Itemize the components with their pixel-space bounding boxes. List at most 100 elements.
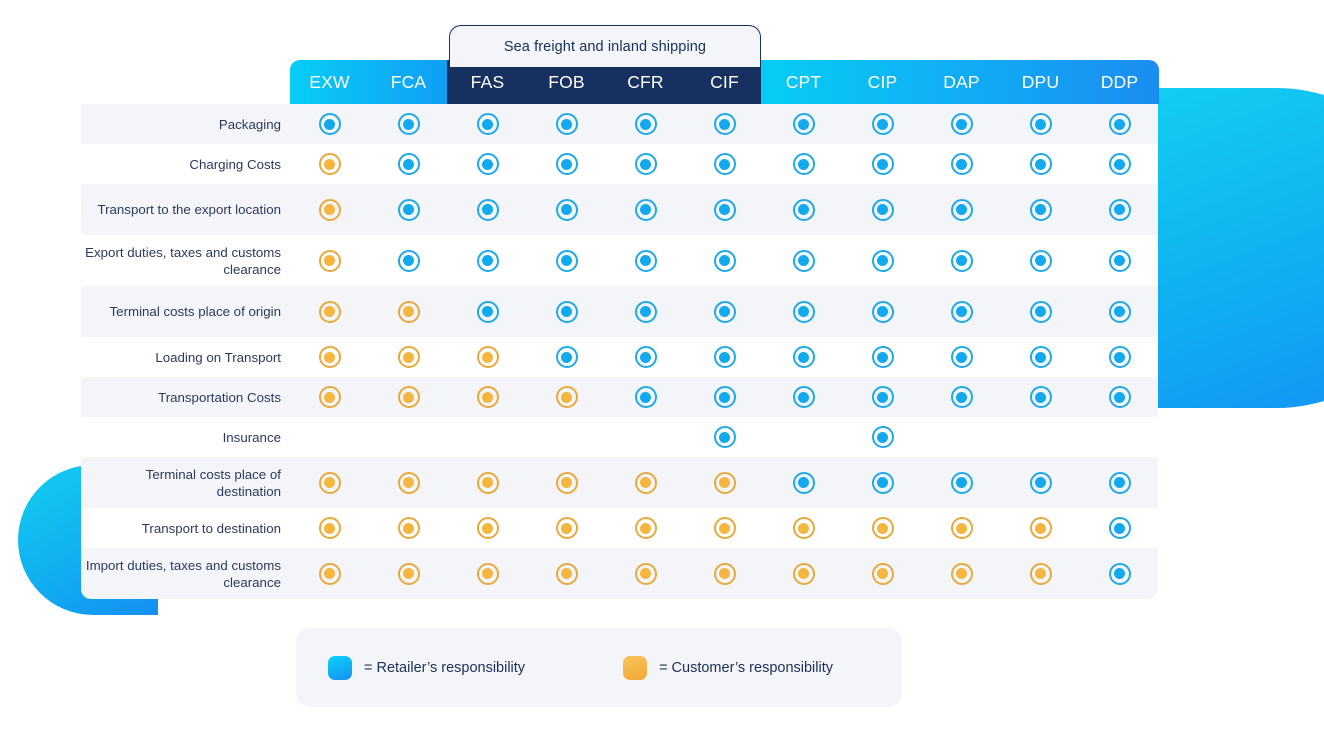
cell-cpt — [764, 300, 843, 323]
retailer-marker-icon — [1029, 300, 1052, 323]
marker-core — [1035, 118, 1046, 130]
retailer-marker-icon — [871, 249, 894, 272]
cell-cip — [843, 471, 922, 494]
marker-core — [561, 477, 572, 488]
row-cells — [290, 113, 1159, 135]
cell-fas — [448, 471, 527, 494]
cell-exw — [290, 113, 369, 135]
marker-core — [1114, 568, 1125, 579]
cell-fob — [527, 346, 606, 368]
marker-core — [877, 391, 888, 403]
marker-core — [324, 568, 335, 579]
customer-marker-icon — [397, 346, 420, 368]
customer-marker-icon — [713, 471, 736, 494]
customer-marker-icon — [871, 517, 894, 539]
row-cells — [290, 562, 1159, 585]
retailer-marker-icon — [871, 426, 894, 448]
cell-cif — [685, 562, 764, 585]
marker-core — [561, 522, 572, 534]
marker-core — [798, 118, 809, 130]
marker-core — [403, 204, 414, 215]
customer-marker-icon — [397, 517, 420, 539]
row-cells — [290, 153, 1159, 175]
row-cells — [290, 198, 1159, 221]
incoterms-chart: Sea freight and inland shipping EXW FCA … — [0, 0, 1324, 733]
column-header-exw[interactable]: EXW — [290, 60, 369, 104]
customer-marker-icon — [397, 471, 420, 494]
marker-core — [956, 391, 967, 403]
cell-ddp — [1080, 471, 1159, 494]
marker-core — [1035, 432, 1046, 443]
retailer-marker-icon — [318, 113, 341, 135]
marker-core — [719, 255, 730, 266]
column-header-dap[interactable]: DAP — [922, 60, 1001, 104]
retailer-marker-icon — [555, 198, 578, 221]
retailer-marker-icon — [713, 198, 736, 221]
customer-marker-icon — [871, 562, 894, 585]
retailer-marker-icon — [1029, 346, 1052, 368]
row-cells — [290, 426, 1159, 448]
cell-exw — [290, 198, 369, 221]
cell-cip — [843, 198, 922, 221]
marker-core — [1114, 477, 1125, 488]
marker-core — [798, 522, 809, 534]
column-header-cpt[interactable]: CPT — [764, 60, 843, 104]
marker-core — [482, 568, 493, 579]
retailer-marker-icon — [871, 386, 894, 408]
row-label: Import duties, taxes and customs clearan… — [85, 557, 281, 590]
marker-core — [877, 568, 888, 579]
cell-exw — [290, 249, 369, 272]
retailer-marker-icon — [713, 386, 736, 408]
cell-cpt — [764, 249, 843, 272]
cell-cip — [843, 346, 922, 368]
marker-core — [956, 432, 967, 443]
row-label: Packaging — [218, 116, 281, 132]
marker-core — [1114, 204, 1125, 215]
column-header-ddp[interactable]: DDP — [1080, 60, 1159, 104]
marker-core — [640, 568, 651, 579]
cell-cip — [843, 426, 922, 448]
marker-core — [1035, 568, 1046, 579]
cell-cpt — [764, 198, 843, 221]
retailer-marker-icon — [555, 300, 578, 323]
cell-dap — [922, 198, 1001, 221]
marker-core — [324, 118, 335, 130]
marker-core — [719, 118, 730, 130]
row-cells — [290, 249, 1159, 272]
marker-core — [640, 306, 651, 317]
retailer-marker-icon — [950, 198, 973, 221]
column-header-dpu[interactable]: DPU — [1001, 60, 1080, 104]
marker-core — [403, 391, 414, 403]
customer-marker-icon — [634, 517, 657, 539]
customer-marker-icon — [476, 386, 499, 408]
marker-core — [482, 391, 493, 403]
customer-marker-icon — [555, 471, 578, 494]
marker-core — [640, 158, 651, 170]
column-header-cip[interactable]: CIP — [843, 60, 922, 104]
marker-core — [403, 568, 414, 579]
decorative-blue-semicircle-right — [1157, 88, 1324, 408]
marker-core — [798, 158, 809, 170]
empty-marker — [398, 426, 420, 448]
customer-marker-icon — [397, 300, 420, 323]
marker-core — [482, 204, 493, 215]
cell-fca — [369, 346, 448, 368]
row-label: Transport to destination — [141, 520, 281, 536]
column-header-fca[interactable]: FCA — [369, 60, 448, 104]
marker-core — [324, 432, 335, 443]
marker-core — [798, 568, 809, 579]
marker-core — [1035, 351, 1046, 363]
retailer-marker-icon — [634, 113, 657, 135]
marker-core — [719, 351, 730, 363]
marker-core — [1114, 351, 1125, 363]
table-row: Transport to destination — [81, 508, 1158, 548]
retailer-marker-icon — [1029, 198, 1052, 221]
cell-exw — [290, 300, 369, 323]
cell-fca — [369, 386, 448, 408]
customer-marker-icon — [634, 562, 657, 585]
marker-core — [561, 255, 572, 266]
cell-dpu — [1001, 346, 1080, 368]
customer-marker-icon — [318, 249, 341, 272]
retailer-marker-icon — [1108, 153, 1131, 175]
cell-dap — [922, 346, 1001, 368]
